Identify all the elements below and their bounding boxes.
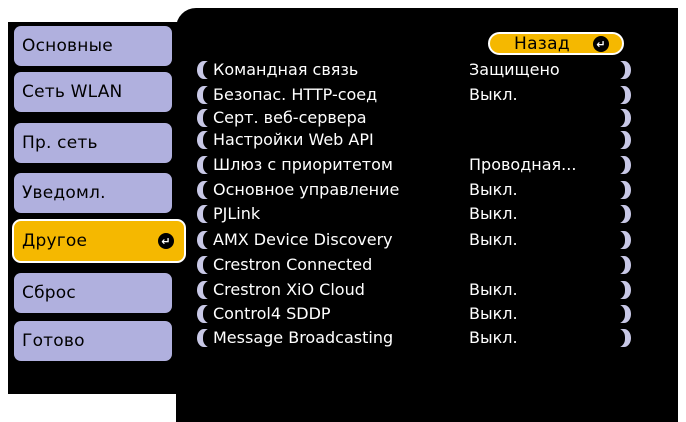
row-label: PJLink — [213, 204, 261, 223]
row-value: Выкл. — [469, 280, 518, 299]
row-value: Выкл. — [469, 180, 518, 199]
menu-row-web-server-cert[interactable]: Серт. веб-сервера — [197, 108, 631, 128]
row-label: Командная связь — [213, 60, 359, 79]
row-label: Серт. веб-сервера — [213, 108, 367, 127]
row-label: Безопас. HTTP-соед — [213, 85, 378, 104]
row-value: Выкл. — [469, 230, 518, 249]
row-value: Проводная... — [469, 155, 577, 174]
tab-done[interactable]: Готово — [14, 321, 172, 361]
row-value: Выкл. — [469, 328, 518, 347]
row-label: Шлюз с приоритетом — [213, 155, 393, 174]
tab-wired-network[interactable]: Пр. сеть — [14, 123, 172, 163]
menu-row-amx-device-discovery[interactable]: AMX Device Discovery Выкл. — [197, 230, 631, 250]
tab-label: Сеть WLAN — [22, 82, 123, 102]
menu-row-priority-gateway[interactable]: Шлюз с приоритетом Проводная... — [197, 155, 631, 175]
row-label: Основное управление — [213, 180, 400, 199]
row-value: Выкл. — [469, 204, 518, 223]
tab-label: Готово — [22, 331, 85, 351]
enter-icon: ↵ — [158, 233, 174, 249]
row-value: Выкл. — [469, 85, 518, 104]
tab-label: Сброс — [22, 283, 76, 303]
tab-label: Основные — [22, 36, 113, 56]
tab-label: Другое — [22, 231, 88, 251]
row-value: Защищено — [469, 60, 560, 79]
menu-row-main-control[interactable]: Основное управление Выкл. — [197, 180, 631, 200]
row-label: Crestron Connected — [213, 255, 373, 274]
tab-wlan[interactable]: Сеть WLAN — [14, 72, 172, 112]
row-label: Настройки Web API — [213, 130, 374, 149]
menu-row-secure-http[interactable]: Безопас. HTTP-соед Выкл. — [197, 85, 631, 105]
menu-row-command-communication[interactable]: Командная связь Защищено — [197, 60, 631, 80]
tab-label: Уведомл. — [22, 183, 106, 203]
menu-row-control4-sddp[interactable]: Control4 SDDP Выкл. — [197, 304, 631, 324]
tab-notifications[interactable]: Уведомл. — [14, 173, 172, 213]
row-label: Control4 SDDP — [213, 304, 331, 323]
menu-row-crestron-xio-cloud[interactable]: Crestron XiO Cloud Выкл. — [197, 280, 631, 300]
row-label: AMX Device Discovery — [213, 230, 393, 249]
menu-row-crestron-connected[interactable]: Crestron Connected — [197, 255, 631, 275]
menu-row-web-api-settings[interactable]: Настройки Web API — [197, 130, 631, 150]
row-label: Message Broadcasting — [213, 328, 394, 347]
menu-row-message-broadcasting[interactable]: Message Broadcasting Выкл. — [197, 328, 631, 348]
tab-label: Пр. сеть — [22, 133, 98, 153]
back-button[interactable]: Назад ↵ — [488, 32, 624, 55]
enter-icon: ↵ — [593, 36, 609, 52]
tab-other[interactable]: Другое ↵ — [12, 219, 186, 263]
tab-reset[interactable]: Сброс — [14, 273, 172, 313]
row-value: Выкл. — [469, 304, 518, 323]
back-button-label: Назад — [514, 33, 570, 54]
row-label: Crestron XiO Cloud — [213, 280, 365, 299]
menu-row-pjlink[interactable]: PJLink Выкл. — [197, 204, 631, 224]
tab-basic[interactable]: Основные — [14, 26, 172, 66]
